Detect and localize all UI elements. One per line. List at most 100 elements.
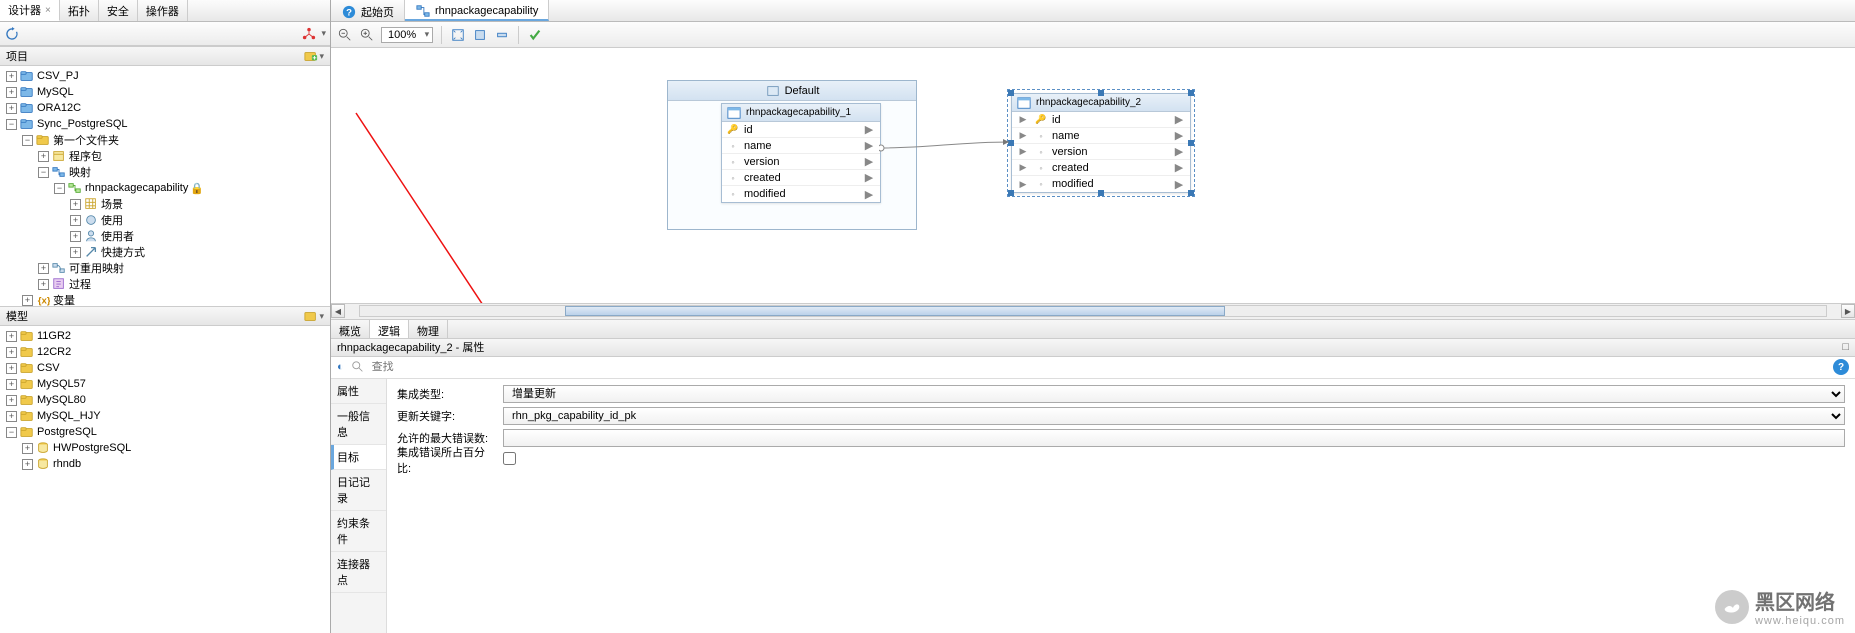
entity-target[interactable]: rhnpackagecapability_2 ▶🔑id▶▶◦name▶▶◦ver… xyxy=(1011,93,1191,193)
expand-toggle[interactable]: + xyxy=(6,87,17,98)
tree-node[interactable]: +CSV_PJ xyxy=(0,68,330,84)
tab-start-page[interactable]: ? 起始页 xyxy=(331,0,405,21)
tree-node[interactable]: +HWPostgreSQL xyxy=(0,440,330,456)
search-input[interactable] xyxy=(372,361,1827,373)
prop-category[interactable]: 日记记录 xyxy=(331,470,386,511)
tree-node[interactable]: −第一个文件夹 xyxy=(0,132,330,148)
expand-toggle[interactable]: + xyxy=(6,71,17,82)
tree-node[interactable]: +MySQL57 xyxy=(0,376,330,392)
expand-toggle[interactable]: + xyxy=(6,347,17,358)
expand-toggle[interactable]: + xyxy=(22,443,33,454)
column-row[interactable]: ▶◦version▶ xyxy=(1012,144,1190,160)
prop-category[interactable]: 连接器点 xyxy=(331,552,386,593)
tab-operator[interactable]: 操作器 xyxy=(138,0,188,21)
zoom-level[interactable]: 100% xyxy=(381,27,433,43)
expand-toggle[interactable]: + xyxy=(6,363,17,374)
max-errors-input[interactable] xyxy=(503,429,1845,447)
tree-node[interactable]: +MySQL_HJY xyxy=(0,408,330,424)
expand-toggle[interactable]: − xyxy=(38,167,49,178)
expand-toggle[interactable]: + xyxy=(6,331,17,342)
expand-toggle[interactable]: + xyxy=(38,151,49,162)
expand-toggle[interactable]: + xyxy=(22,295,33,306)
tree-node[interactable]: +场景 xyxy=(0,196,330,212)
column-row[interactable]: ▶◦name▶ xyxy=(1012,128,1190,144)
scroll-right-button[interactable]: ▶ xyxy=(1841,304,1855,318)
expand-toggle[interactable]: + xyxy=(70,231,81,242)
prop-category[interactable]: 属性 xyxy=(331,379,386,404)
tab-topology[interactable]: 拓扑 xyxy=(60,0,99,21)
collapse-toggle-icon[interactable]: ◐ xyxy=(337,361,344,373)
expand-toggle[interactable]: + xyxy=(6,411,17,422)
expand-toggle[interactable]: + xyxy=(6,103,17,114)
prop-category[interactable]: 约束条件 xyxy=(331,511,386,552)
zoom-out-icon[interactable] xyxy=(337,27,353,43)
column-row[interactable]: ◦name▶ xyxy=(722,138,880,154)
project-tree[interactable]: +CSV_PJ+MySQL+ORA12C−Sync_PostgreSQL−第一个… xyxy=(0,66,330,306)
tab-designer[interactable]: 设计器 xyxy=(0,0,60,21)
tree-node[interactable]: +ORA12C xyxy=(0,100,330,116)
expand-toggle[interactable]: − xyxy=(54,183,65,194)
tree-node[interactable]: +使用者 xyxy=(0,228,330,244)
tree-node[interactable]: −PostgreSQL xyxy=(0,424,330,440)
update-key-select[interactable]: rhn_pkg_capability_id_pk xyxy=(503,407,1845,425)
scroll-left-button[interactable]: ◀ xyxy=(331,304,345,318)
expand-toggle[interactable]: + xyxy=(70,215,81,226)
restore-icon[interactable]: □ xyxy=(1842,341,1849,353)
tab-security[interactable]: 安全 xyxy=(99,0,138,21)
canvas[interactable]: Default rhnpackagecapability_1 🔑id▶◦name… xyxy=(331,48,1855,303)
expand-toggle[interactable]: + xyxy=(38,263,49,274)
tree-node[interactable]: +使用 xyxy=(0,212,330,228)
tree-node[interactable]: +rhndb xyxy=(0,456,330,472)
view-physical[interactable]: 物理 xyxy=(409,320,448,338)
column-row[interactable]: ▶🔑id▶ xyxy=(1012,112,1190,128)
expand-toggle[interactable]: + xyxy=(70,199,81,210)
model-tree[interactable]: +11GR2+12CR2+CSV+MySQL57+MySQL80+MySQL_H… xyxy=(0,326,330,633)
tree-node[interactable]: −rhnpackagecapability 🔒 xyxy=(0,180,330,196)
zoom-in-icon[interactable] xyxy=(359,27,375,43)
hierarchy-icon[interactable] xyxy=(301,26,317,42)
expand-toggle[interactable]: − xyxy=(6,427,17,438)
expand-icon[interactable] xyxy=(472,27,488,43)
tree-node[interactable]: +MySQL xyxy=(0,84,330,100)
expand-toggle[interactable]: − xyxy=(6,119,17,130)
tree-node[interactable]: +快捷方式 xyxy=(0,244,330,260)
prop-category[interactable]: 目标 xyxy=(331,445,386,470)
tree-node[interactable]: −Sync_PostgreSQL xyxy=(0,116,330,132)
column-row[interactable]: ◦modified▶ xyxy=(722,186,880,202)
collapse-icon[interactable] xyxy=(494,27,510,43)
expand-toggle[interactable]: − xyxy=(22,135,33,146)
view-logical[interactable]: 逻辑 xyxy=(370,320,409,338)
expand-toggle[interactable]: + xyxy=(70,247,81,258)
tree-node[interactable]: −映射 xyxy=(0,164,330,180)
tree-node[interactable]: +11GR2 xyxy=(0,328,330,344)
mapping-connector[interactable] xyxy=(879,138,1013,158)
expand-toggle[interactable]: + xyxy=(6,395,17,406)
tab-mapping[interactable]: rhnpackagecapability xyxy=(405,0,549,21)
tree-node[interactable]: +12CR2 xyxy=(0,344,330,360)
view-overview[interactable]: 概览 xyxy=(331,320,370,338)
tree-node[interactable]: +CSV xyxy=(0,360,330,376)
validate-icon[interactable] xyxy=(527,27,543,43)
expand-toggle[interactable]: + xyxy=(6,379,17,390)
refresh-icon[interactable] xyxy=(4,26,20,42)
tree-node[interactable]: +{x}变量 xyxy=(0,292,330,306)
tree-node[interactable]: +可重用映射 xyxy=(0,260,330,276)
tree-node[interactable]: +MySQL80 xyxy=(0,392,330,408)
integration-type-select[interactable]: 增量更新 xyxy=(503,385,1845,403)
column-row[interactable]: ▶◦created▶ xyxy=(1012,160,1190,176)
new-model-icon[interactable] xyxy=(303,308,319,324)
column-row[interactable]: ◦version▶ xyxy=(722,154,880,170)
expand-toggle[interactable]: + xyxy=(38,279,49,290)
column-row[interactable]: ◦created▶ xyxy=(722,170,880,186)
tree-node[interactable]: +程序包 xyxy=(0,148,330,164)
column-row[interactable]: 🔑id▶ xyxy=(722,122,880,138)
fit-icon[interactable] xyxy=(450,27,466,43)
error-pct-checkbox[interactable] xyxy=(503,452,516,465)
entity-source[interactable]: rhnpackagecapability_1 🔑id▶◦name▶◦versio… xyxy=(721,103,881,203)
new-folder-icon[interactable] xyxy=(303,48,319,64)
prop-category[interactable]: 一般信息 xyxy=(331,404,386,445)
horizontal-scrollbar[interactable]: ◀ ▶ xyxy=(331,303,1855,319)
expand-toggle[interactable]: + xyxy=(22,459,33,470)
tree-node[interactable]: +过程 xyxy=(0,276,330,292)
help-icon[interactable]: ? xyxy=(1833,359,1849,375)
